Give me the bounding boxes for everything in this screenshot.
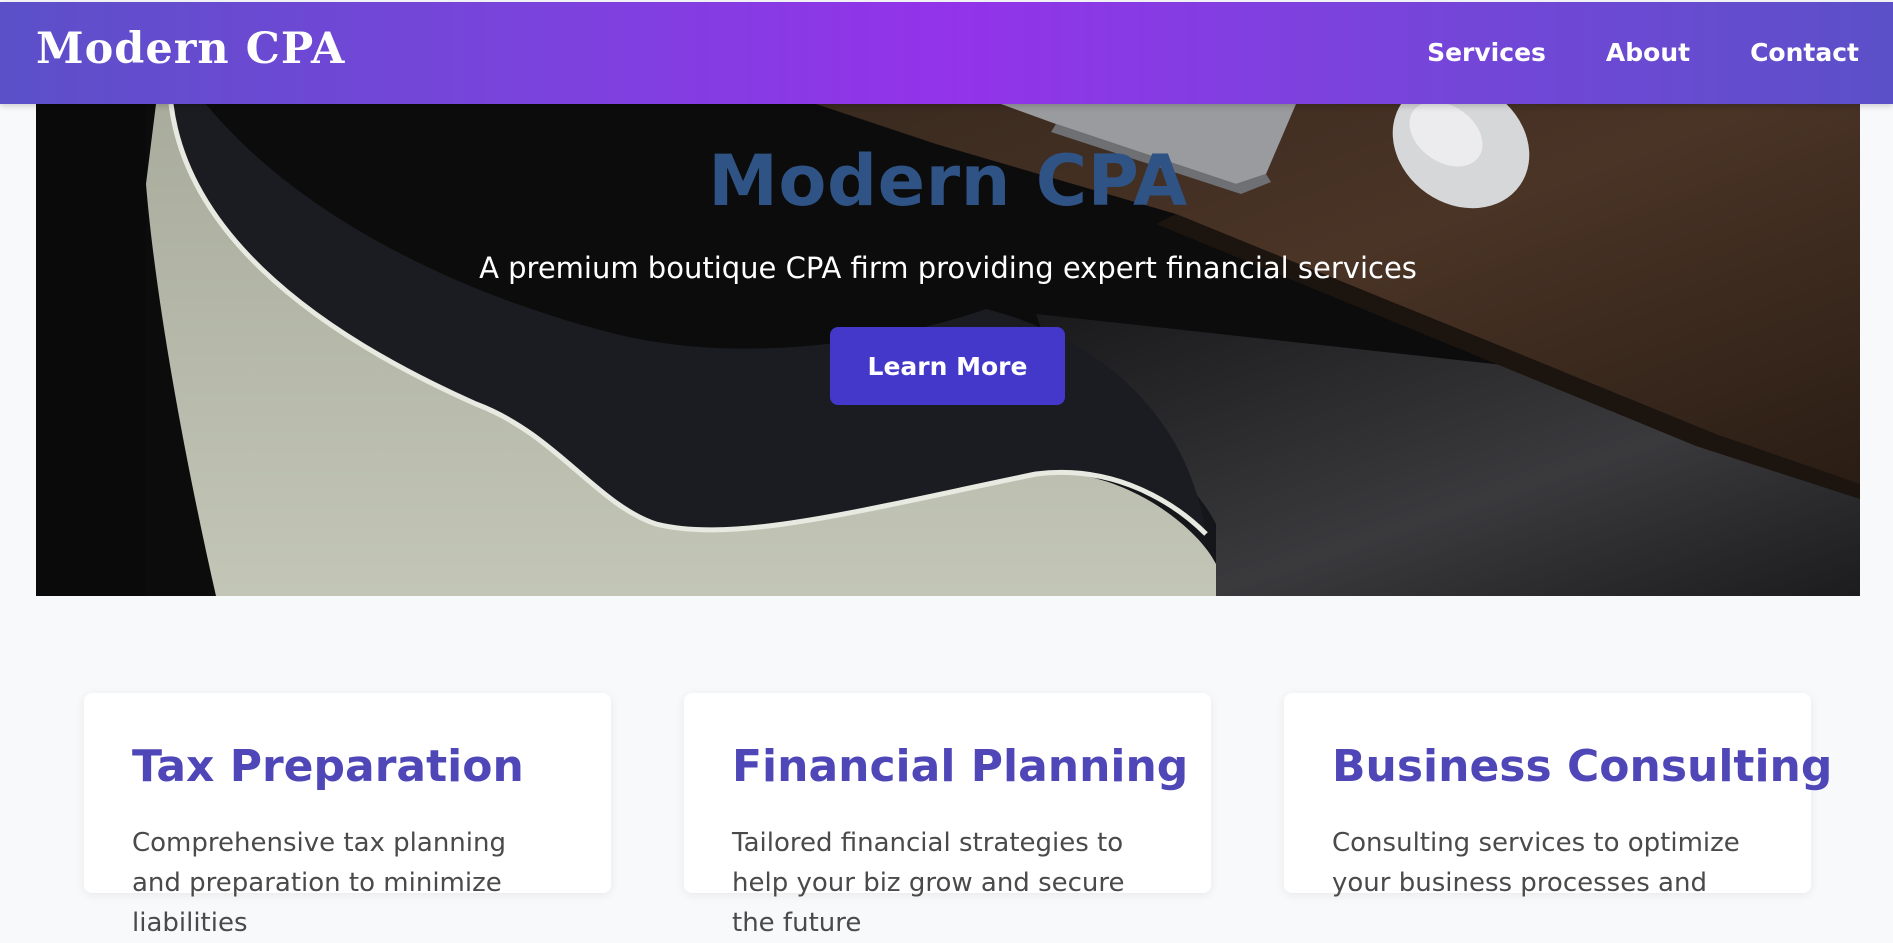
service-card-title: Tax Preparation xyxy=(132,741,524,792)
nav-link-services[interactable]: Services xyxy=(1427,40,1546,65)
service-card-financial-planning: Financial Planning Tailored financial st… xyxy=(684,693,1211,938)
service-card-description: Consulting services to optimize your bus… xyxy=(1332,828,1740,898)
nav-link-about[interactable]: About xyxy=(1606,40,1690,65)
hero-section: Modern CPA A premium boutique CPA firm p… xyxy=(36,104,1860,596)
learn-more-button[interactable]: Learn More xyxy=(830,327,1065,405)
nav-link-contact[interactable]: Contact xyxy=(1750,40,1859,65)
service-card-description: Comprehensive tax planning and preparati… xyxy=(132,828,506,938)
service-card-description: Tailored financial strategies to help yo… xyxy=(732,828,1125,938)
service-card-title: Financial Planning xyxy=(732,741,1189,792)
service-card-tax-preparation: Tax Preparation Comprehensive tax planni… xyxy=(84,693,611,938)
brand-logo[interactable]: Modern CPA xyxy=(36,28,345,71)
hero-title: Modern CPA xyxy=(708,140,1188,222)
main-nav: Services About Contact xyxy=(1367,40,1859,65)
service-card-title: Business Consulting xyxy=(1332,741,1833,792)
hero-subtitle: A premium boutique CPA firm providing ex… xyxy=(479,251,1417,285)
services-section: Tax Preparation Comprehensive tax planni… xyxy=(84,693,1833,938)
site-header: Modern CPA Services About Contact xyxy=(0,2,1893,104)
service-card-business-consulting: Business Consulting Consulting services … xyxy=(1284,693,1833,898)
